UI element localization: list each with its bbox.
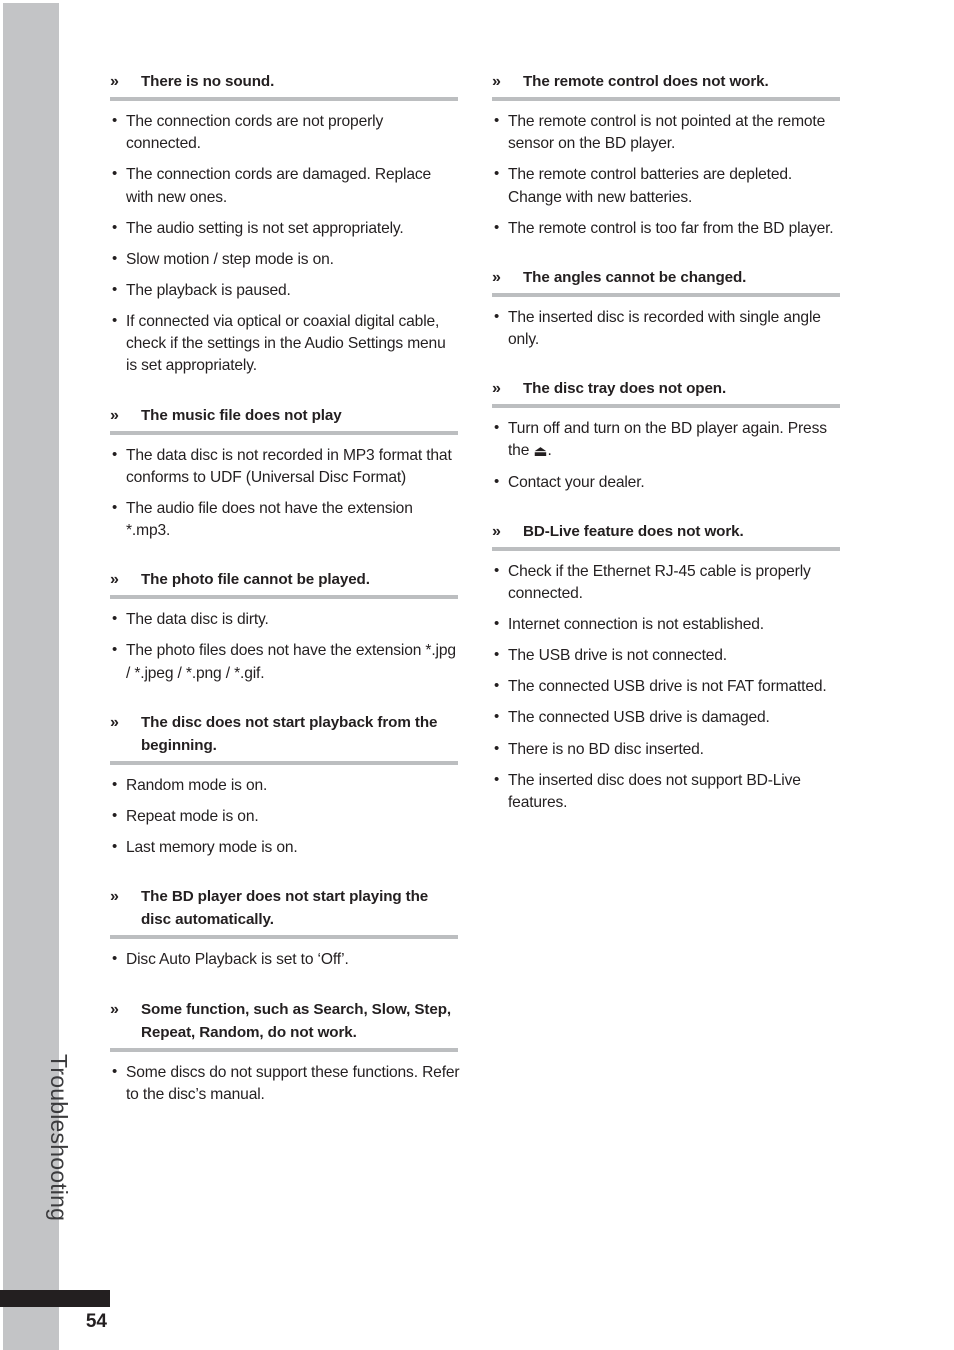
heading-rule xyxy=(110,430,458,435)
list-item: The USB drive is not connected. xyxy=(492,644,842,667)
troubleshooting-section: » The disc tray does not open. Turn off an… xyxy=(492,377,842,494)
list-item: The photo files does not have the extens… xyxy=(110,639,460,684)
troubleshooting-section: » Some function, such as Search, Slow, St… xyxy=(110,998,460,1106)
list-item: The playback is paused. xyxy=(110,279,460,302)
section-heading: » The remote control does not work. xyxy=(492,70,842,96)
list-item: The data disc is dirty. xyxy=(110,608,460,631)
heading-rule xyxy=(492,546,840,551)
list-item: The connection cords are not properly co… xyxy=(110,110,460,155)
content-column-right: » The remote control does not work. The re… xyxy=(492,70,842,840)
heading-rule xyxy=(492,292,840,297)
list-item: There is no BD disc inserted. xyxy=(492,738,842,761)
list-item: Turn off and turn on the BD player again… xyxy=(492,417,842,462)
content-column-left: » There is no sound. The connection cords … xyxy=(110,70,460,1132)
troubleshooting-section: » BD-Live feature does not work. Check if … xyxy=(492,520,842,814)
bullet-list: Some discs do not support these function… xyxy=(110,1061,460,1106)
page-number: 54 xyxy=(85,1311,107,1332)
section-heading-text: The BD player does not start playing the… xyxy=(141,888,429,929)
heading-rule xyxy=(492,97,840,102)
section-heading-text: The disc tray does not open. xyxy=(523,380,727,398)
bullet-list: The connection cords are not properly co… xyxy=(110,110,460,377)
section-heading: » The angles cannot be changed. xyxy=(492,266,842,292)
guillemet-icon: » xyxy=(492,73,501,90)
list-item: Last memory mode is on. xyxy=(110,836,460,859)
section-heading-text: The music file does not play xyxy=(141,406,342,424)
guillemet-icon: » xyxy=(110,713,119,731)
section-heading-text: The disc does not start playback from th… xyxy=(141,713,438,754)
list-item: The audio file does not have the extensi… xyxy=(110,497,460,542)
section-heading: » The photo file cannot be played. xyxy=(110,568,460,594)
list-item: The inserted disc does not support BD-Li… xyxy=(492,769,842,814)
troubleshooting-section: » The disc does not start playback from t… xyxy=(110,711,460,860)
section-heading: » The disc tray does not open. xyxy=(492,377,842,403)
troubleshooting-section: » There is no sound. The connection cords … xyxy=(110,70,460,378)
guillemet-icon: » xyxy=(110,571,119,589)
list-item: Slow motion / step mode is on. xyxy=(110,248,460,271)
eject-icon: ⏏ xyxy=(533,443,548,461)
list-item: Contact your dealer. xyxy=(492,471,842,494)
section-heading: » Some function, such as Search, Slow, St… xyxy=(110,998,460,1047)
troubleshooting-section: » The music file does not play The data di… xyxy=(110,404,460,543)
heading-rule xyxy=(110,1047,458,1052)
bullet-list: Check if the Ethernet RJ-45 cable is pro… xyxy=(492,560,842,814)
heading-rule xyxy=(110,595,458,600)
bullet-list: Turn off and turn on the BD player again… xyxy=(492,417,842,494)
section-tab-label: Troubleshooting xyxy=(46,1054,72,1222)
list-item: The data disc is not recorded in MP3 for… xyxy=(110,444,460,489)
section-heading-text: Some function, such as Search, Slow, Ste… xyxy=(141,1000,452,1041)
troubleshooting-section: » The remote control does not work. The re… xyxy=(492,70,842,240)
heading-rule xyxy=(110,760,458,765)
guillemet-icon: » xyxy=(492,522,501,540)
guillemet-icon: » xyxy=(110,406,119,424)
guillemet-icon: » xyxy=(110,73,119,90)
section-heading-text: The photo file cannot be played. xyxy=(141,571,370,589)
guillemet-icon: » xyxy=(492,380,501,398)
section-heading-text: The remote control does not work. xyxy=(523,73,769,90)
bullet-list: Disc Auto Playback is set to ‘Off’. xyxy=(110,948,460,971)
guillemet-icon: » xyxy=(110,1000,119,1018)
list-item: Internet connection is not established. xyxy=(492,613,842,636)
troubleshooting-section: » The BD player does not start playing th… xyxy=(110,885,460,971)
list-item: The remote control is too far from the B… xyxy=(492,217,842,240)
troubleshooting-section: » The angles cannot be changed. The insert… xyxy=(492,266,842,351)
section-heading: » There is no sound. xyxy=(110,70,460,96)
list-item: Check if the Ethernet RJ-45 cable is pro… xyxy=(492,560,842,605)
section-heading: » BD-Live feature does not work. xyxy=(492,520,842,546)
troubleshooting-section: » The photo file cannot be played. The dat… xyxy=(110,568,460,685)
guillemet-icon: » xyxy=(110,888,119,906)
section-heading-text: BD-Live feature does not work. xyxy=(523,522,744,540)
list-item: If connected via optical or coaxial digi… xyxy=(110,310,460,377)
guillemet-icon: » xyxy=(492,268,501,286)
list-item: The connected USB drive is not FAT forma… xyxy=(492,675,842,698)
bullet-list: The data disc is dirty. The photo files d… xyxy=(110,608,460,684)
list-item: The audio setting is not set appropriate… xyxy=(110,217,460,240)
heading-rule xyxy=(110,97,458,102)
bullet-list: Random mode is on. Repeat mode is on. Last… xyxy=(110,774,460,859)
heading-rule xyxy=(492,404,840,409)
list-item: Repeat mode is on. xyxy=(110,805,460,828)
list-item: Random mode is on. xyxy=(110,774,460,797)
list-item: Some discs do not support these function… xyxy=(110,1061,460,1106)
list-item: The connection cords are damaged. Replac… xyxy=(110,163,460,208)
heading-rule xyxy=(110,935,458,940)
section-heading: » The music file does not play xyxy=(110,404,460,430)
bullet-list: The inserted disc is recorded with singl… xyxy=(492,306,842,351)
list-item: The connected USB drive is damaged. xyxy=(492,706,842,729)
section-heading: » The BD player does not start playing th… xyxy=(110,885,460,934)
section-heading-text: The angles cannot be changed. xyxy=(523,268,747,286)
list-item: The inserted disc is recorded with singl… xyxy=(492,306,842,351)
list-item: The remote control batteries are deplete… xyxy=(492,163,842,208)
section-heading-text: There is no sound. xyxy=(141,73,275,90)
section-heading: » The disc does not start playback from t… xyxy=(110,711,460,760)
footer-rule xyxy=(0,1290,110,1307)
bullet-list: The remote control is not pointed at the… xyxy=(492,110,842,240)
bullet-list: The data disc is not recorded in MP3 for… xyxy=(110,444,460,543)
list-item: Disc Auto Playback is set to ‘Off’. xyxy=(110,948,460,971)
list-item: The remote control is not pointed at the… xyxy=(492,110,842,155)
